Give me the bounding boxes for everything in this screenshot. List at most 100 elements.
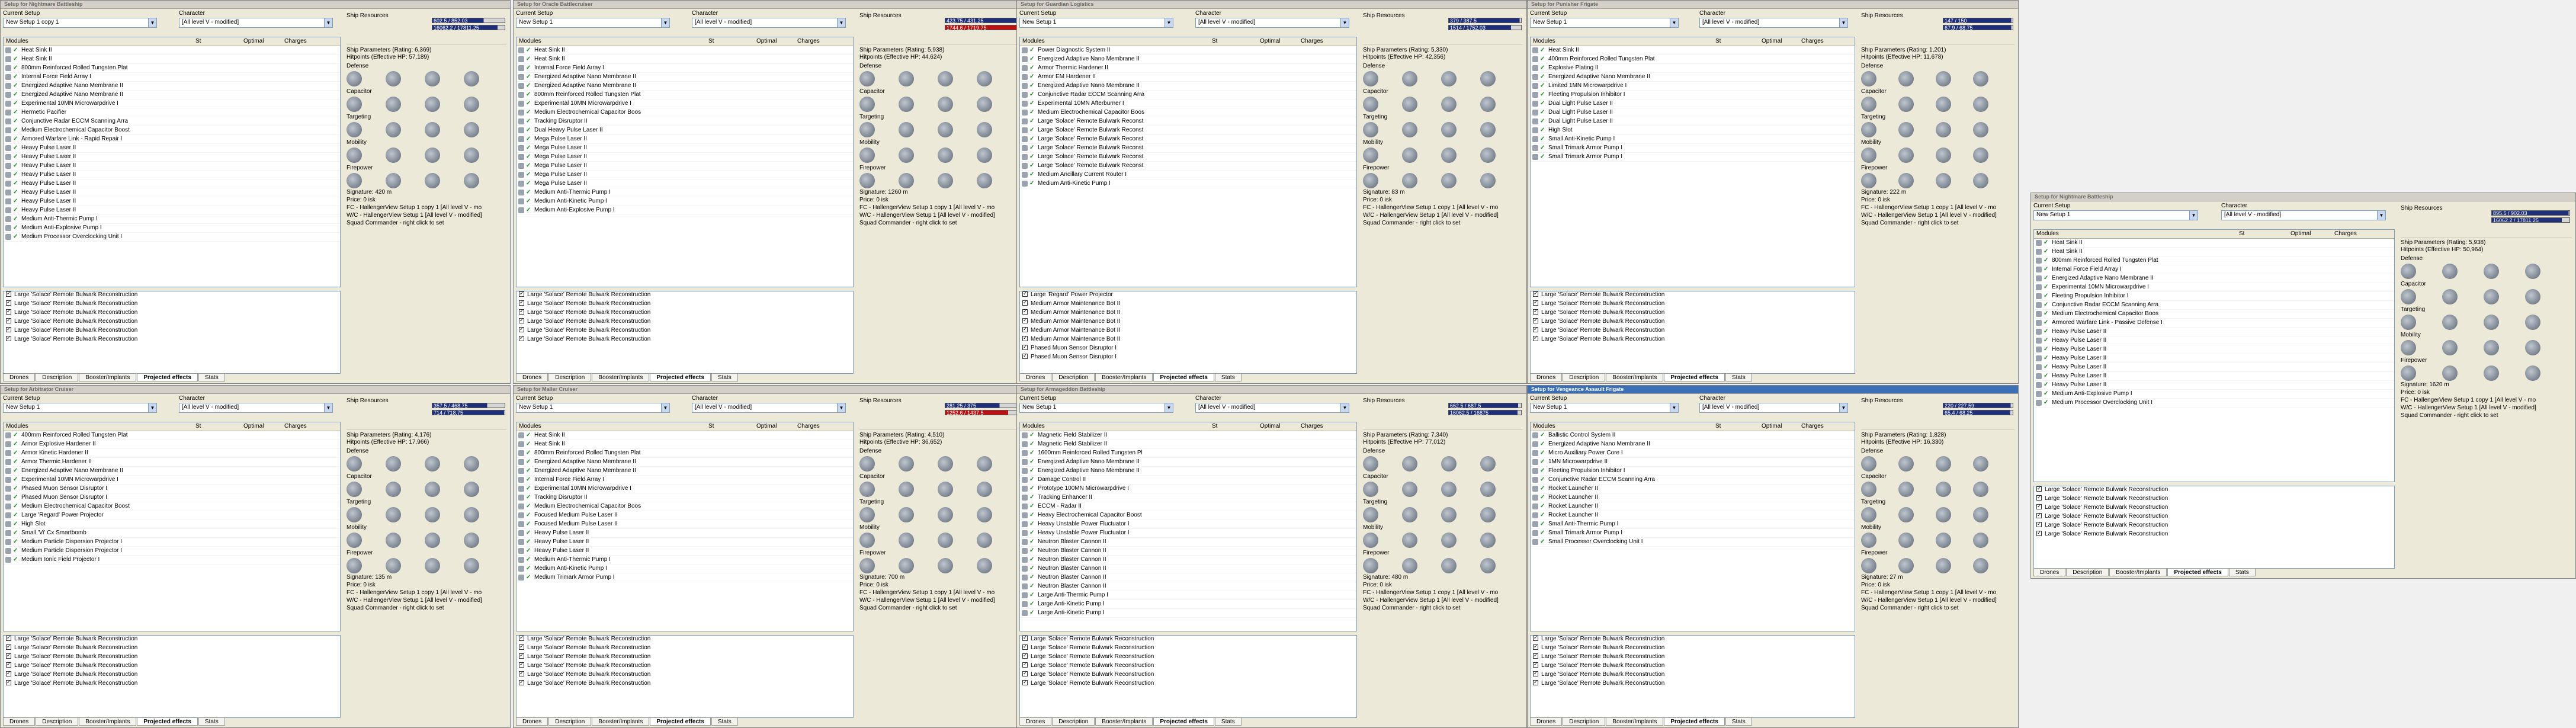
squad-commander[interactable]: Squad Commander - right click to set [1861, 219, 2014, 227]
projected-item[interactable]: Large 'Solace' Remote Bulwark Reconstruc… [1531, 652, 1855, 662]
checkbox-icon[interactable] [1533, 308, 1538, 315]
online-check-icon[interactable]: ✓ [1029, 73, 1034, 80]
module-row[interactable]: ✓ Heavy Pulse Laser II [4, 171, 340, 179]
module-list[interactable]: Modules St Optimal Charges ✓ Ballistic Contro… [1530, 422, 1855, 631]
online-check-icon[interactable]: ✓ [1029, 162, 1034, 169]
wing-commander[interactable]: W/C - HallengerView Setup 1 [All level V… [859, 211, 1019, 219]
projected-item[interactable]: Medium Armor Maintenance Bot II [1020, 299, 1356, 309]
online-check-icon[interactable]: ✓ [1540, 476, 1545, 483]
online-check-icon[interactable]: ✓ [2044, 373, 2048, 379]
online-check-icon[interactable]: ✓ [1029, 467, 1034, 474]
module-row[interactable]: ✓ Dual Heavy Pulse Laser II [517, 126, 853, 135]
online-check-icon[interactable]: ✓ [526, 530, 531, 536]
online-check-icon[interactable]: ✓ [1540, 82, 1545, 89]
module-row[interactable]: ✓ Mega Pulse Laser II [517, 144, 853, 153]
squad-commander[interactable]: Squad Commander - right click to set [1861, 604, 2014, 612]
module-row[interactable]: ✓ Conjunctive Radar ECCM Scanning Arra [1020, 91, 1356, 100]
projected-item[interactable]: Large 'Solace' Remote Bulwark Reconstruc… [4, 299, 340, 309]
squad-commander[interactable]: Squad Commander - right click to set [859, 604, 1019, 612]
window-title[interactable]: Setup for Guardian Logistics [1017, 1, 1526, 9]
checkbox-icon[interactable] [519, 326, 524, 332]
online-check-icon[interactable]: ✓ [1029, 91, 1034, 98]
online-check-icon[interactable]: ✓ [1029, 136, 1034, 142]
projected-item[interactable]: Medium Armor Maintenance Bot II [1020, 317, 1356, 327]
projected-item[interactable]: Large 'Solace' Remote Bulwark Reconstruc… [4, 317, 340, 327]
module-row[interactable]: ✓ Neutron Blaster Cannon II [1020, 556, 1356, 565]
module-row[interactable]: ✓ Limited 1MN Microwarpdrive I [1531, 82, 1855, 91]
checkbox-icon[interactable] [519, 308, 524, 315]
module-row[interactable]: ✓ Heavy Pulse Laser II [2034, 328, 2394, 336]
online-check-icon[interactable]: ✓ [526, 485, 531, 492]
character-select[interactable]: [All level V - modified] ▼ [1699, 18, 1848, 28]
module-row[interactable]: ✓ Heavy Pulse Laser II [4, 179, 340, 188]
tab-projected-effects[interactable]: Projected effects [1153, 717, 1214, 726]
projected-item[interactable]: Large 'Solace' Remote Bulwark Reconstruc… [517, 291, 853, 300]
module-row[interactable]: ✓ Energized Adaptive Nano Membrane II [517, 467, 853, 476]
checkbox-icon[interactable] [1533, 661, 1538, 668]
projected-item[interactable]: Large 'Solace' Remote Bulwark Reconstruc… [4, 661, 340, 671]
module-row[interactable]: ✓ Internal Force Field Array I [2034, 265, 2394, 274]
module-row[interactable]: ✓ Mega Pulse Laser II [517, 162, 853, 171]
module-row[interactable]: ✓ Phased Muon Sensor Disruptor I [4, 485, 340, 493]
character-select[interactable]: [All level V - modified] ▼ [1699, 403, 1848, 413]
tab-booster-implants[interactable]: Booster/Implants [79, 717, 137, 726]
tab-drones[interactable]: Drones [1530, 717, 1563, 726]
projected-item[interactable]: Large 'Solace' Remote Bulwark Reconstruc… [2034, 530, 2394, 540]
online-check-icon[interactable]: ✓ [13, 503, 18, 509]
online-check-icon[interactable]: ✓ [526, 82, 531, 89]
fleet-commander[interactable]: FC - HallengerView Setup 1 copy 1 [All l… [859, 589, 1019, 596]
checkbox-icon[interactable] [1533, 652, 1538, 659]
online-check-icon[interactable]: ✓ [1029, 82, 1034, 89]
online-check-icon[interactable]: ✓ [1540, 503, 1545, 509]
online-check-icon[interactable]: ✓ [1540, 538, 1545, 545]
module-row[interactable]: ✓ Armored Warfare Link - Rapid Repair I [4, 135, 340, 144]
module-row[interactable]: ✓ Tracking Enhancer II [1020, 493, 1356, 502]
online-check-icon[interactable]: ✓ [13, 521, 18, 527]
checkbox-icon[interactable] [1533, 299, 1538, 306]
module-row[interactable]: ✓ High Slot [1531, 126, 1855, 135]
wing-commander[interactable]: W/C - HallengerView Setup 1 [All level V… [2401, 404, 2572, 412]
module-row[interactable]: ✓ Medium Electrochemical Capacitor Boos [517, 108, 853, 117]
module-row[interactable]: ✓ Hermetic Pacifier [4, 108, 340, 117]
checkbox-icon[interactable] [6, 308, 11, 315]
module-row[interactable]: ✓ Heat Sink II [517, 431, 853, 440]
checkbox-icon[interactable] [1022, 679, 1028, 685]
tab-stats[interactable]: Stats [1214, 373, 1242, 381]
online-check-icon[interactable]: ✓ [1540, 432, 1545, 438]
projected-item[interactable]: Large 'Solace' Remote Bulwark Reconstruc… [1531, 291, 1855, 300]
module-row[interactable]: ✓ Energized Adaptive Nano Membrane II [4, 467, 340, 476]
squad-commander[interactable]: Squad Commander - right click to set [859, 219, 1019, 227]
online-check-icon[interactable]: ✓ [526, 109, 531, 116]
fitting-window[interactable]: Setup for Arbitrator Cruiser Current Setu… [0, 385, 511, 728]
setup-select[interactable]: New Setup 1 ▼ [516, 403, 670, 413]
tab-description[interactable]: Description [1563, 717, 1606, 726]
module-row[interactable]: ✓ Neutron Blaster Cannon II [1020, 573, 1356, 582]
module-row[interactable]: ✓ 400mm Reinforced Rolled Tungsten Plat [1531, 55, 1855, 64]
tab-drones[interactable]: Drones [2033, 568, 2066, 576]
online-check-icon[interactable]: ✓ [13, 100, 18, 107]
online-check-icon[interactable]: ✓ [1029, 592, 1034, 598]
tab-drones[interactable]: Drones [1019, 373, 1052, 381]
online-check-icon[interactable]: ✓ [1540, 530, 1545, 536]
online-check-icon[interactable]: ✓ [13, 485, 18, 492]
module-row[interactable]: ✓ Internal Force Field Array I [4, 73, 340, 82]
checkbox-icon[interactable] [1022, 291, 1028, 297]
online-check-icon[interactable]: ✓ [13, 153, 18, 160]
online-check-icon[interactable]: ✓ [526, 56, 531, 62]
online-check-icon[interactable]: ✓ [1029, 109, 1034, 116]
wing-commander[interactable]: W/C - HallengerView Setup 1 [All level V… [347, 211, 506, 219]
tab-drones[interactable]: Drones [1019, 717, 1052, 726]
online-check-icon[interactable]: ✓ [13, 47, 18, 53]
tab-projected-effects[interactable]: Projected effects [1664, 373, 1725, 381]
online-check-icon[interactable]: ✓ [13, 538, 18, 545]
online-check-icon[interactable]: ✓ [1029, 494, 1034, 501]
window-title[interactable]: Setup for Armageddon Battleship [1017, 386, 1526, 394]
online-check-icon[interactable]: ✓ [13, 56, 18, 62]
fitting-window[interactable]: Setup for Nightmare Battleship Current Se… [2030, 193, 2576, 579]
window-title[interactable]: Setup for Nightmare Battleship [2031, 193, 2575, 201]
tab-booster-implants[interactable]: Booster/Implants [79, 373, 137, 381]
online-check-icon[interactable]: ✓ [2044, 239, 2048, 246]
tab-description[interactable]: Description [1563, 373, 1606, 381]
module-row[interactable]: ✓ Heavy Pulse Laser II [4, 206, 340, 215]
projected-item[interactable]: Large 'Solace' Remote Bulwark Reconstruc… [1531, 317, 1855, 327]
